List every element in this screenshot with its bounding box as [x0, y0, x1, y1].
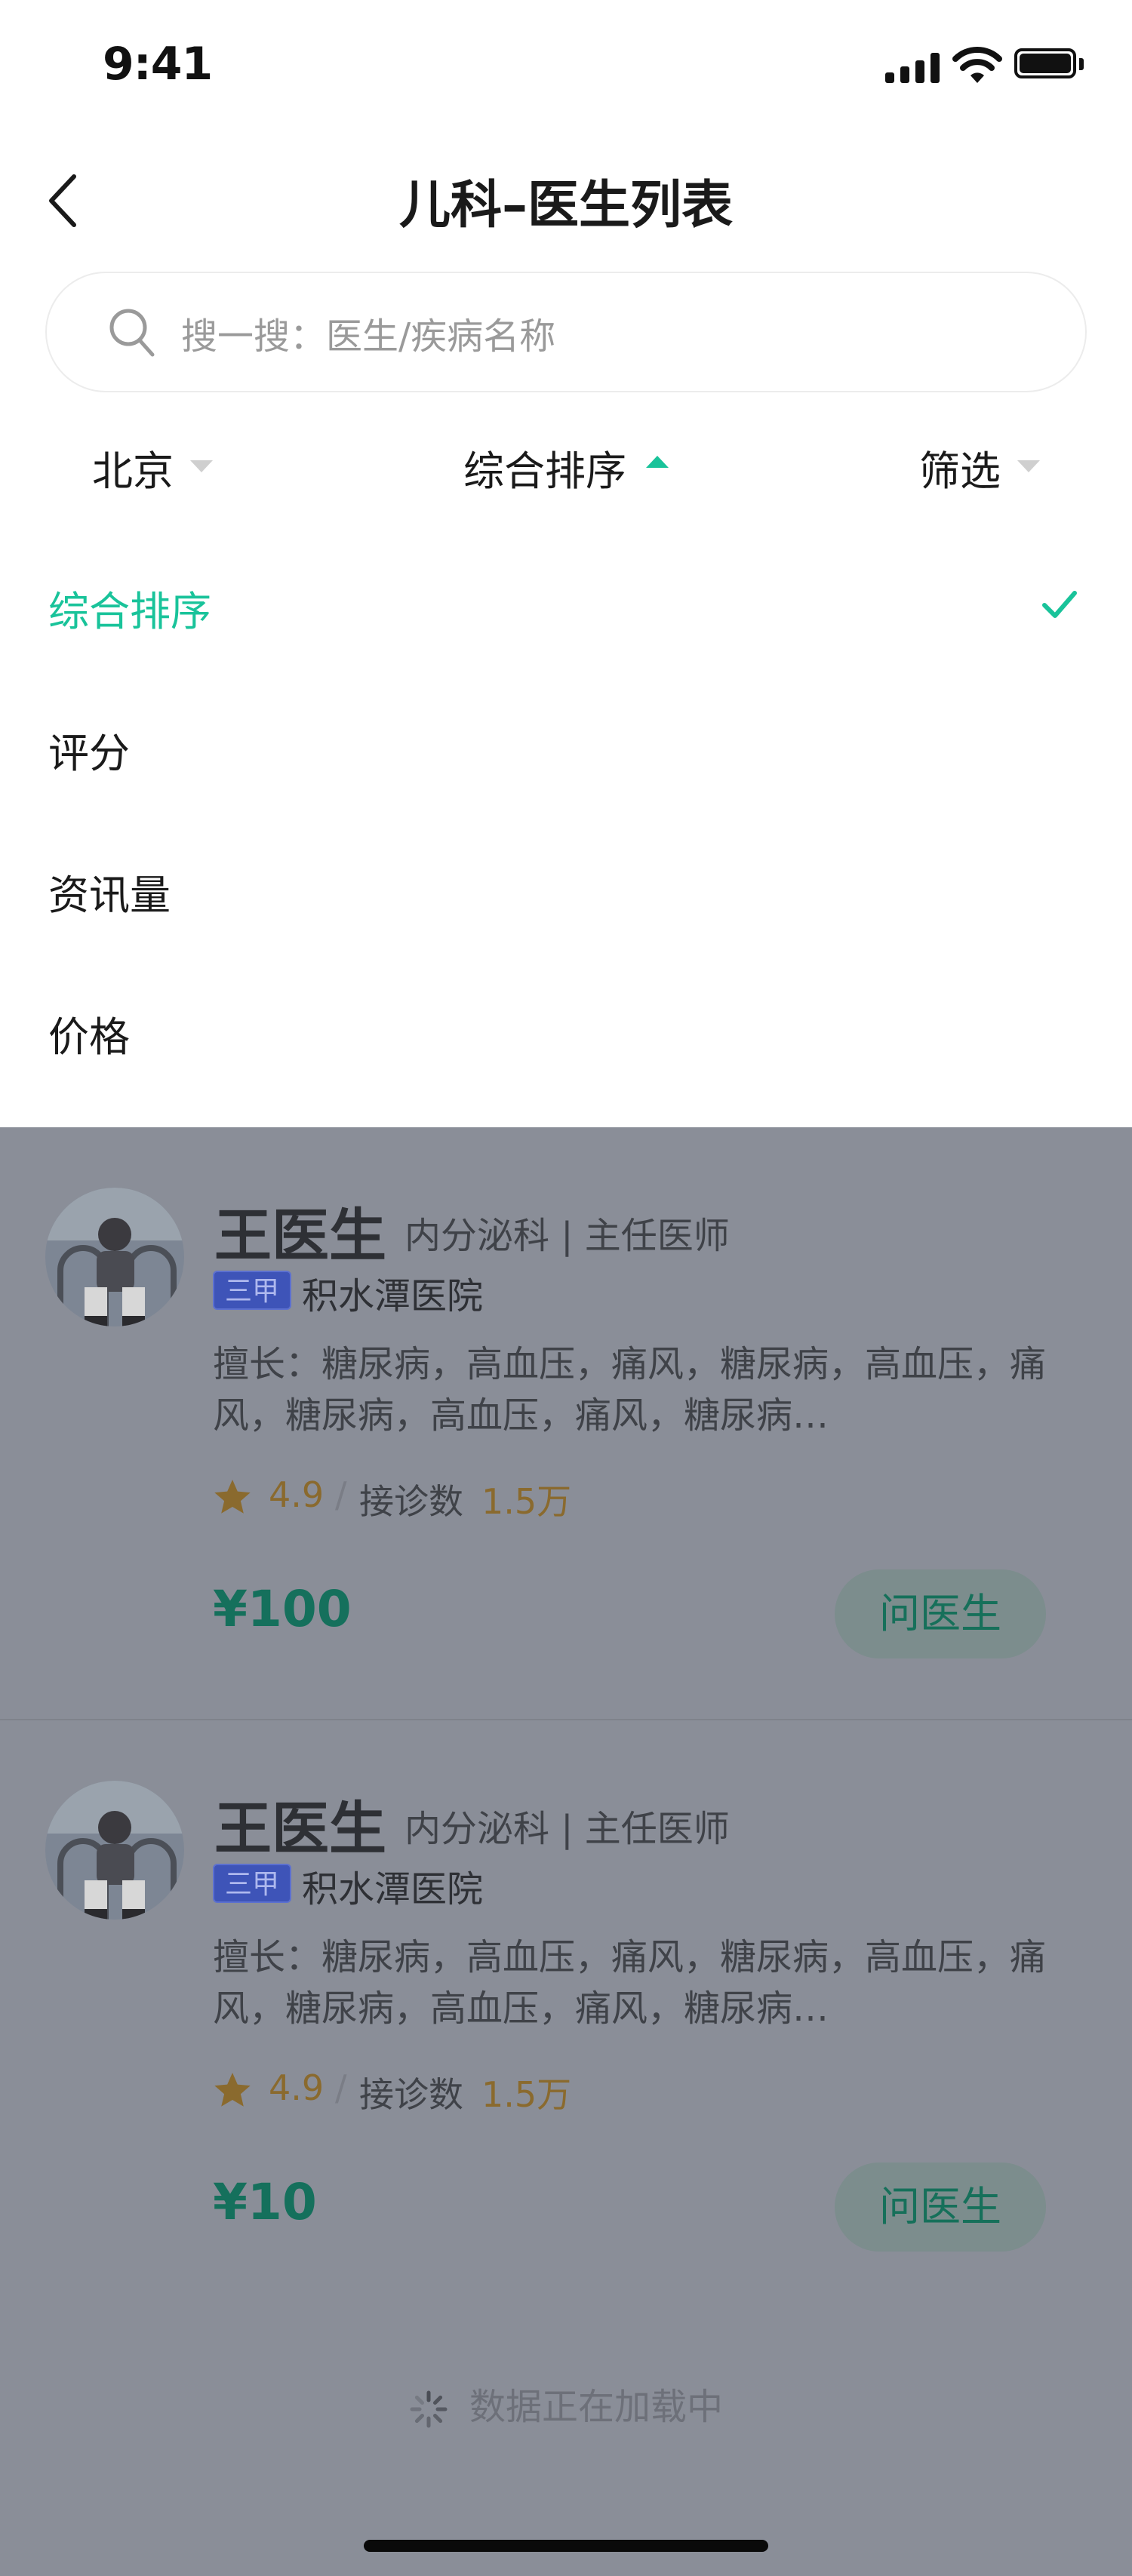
status-time: 9:41	[103, 38, 213, 91]
star-icon	[214, 1480, 251, 1514]
doctor-avatar	[45, 1188, 184, 1326]
stat-separator: /	[335, 2067, 347, 2108]
hospital-grade-badge: 三甲	[213, 1271, 292, 1310]
stat-separator: /	[335, 1474, 347, 1515]
doctor-expertise: 擅长：糖尿病，高血压，痛风，糖尿病，高血压，痛风，糖尿病，高血压，痛风，糖尿病…	[213, 1343, 1047, 1437]
search-placeholder: 搜一搜：医生/疾病名称	[181, 315, 556, 358]
doctor-card[interactable]: 王医生 内分泌科 | 主任医师 三甲 积水潭医院 擅长：糖尿病，高血压，痛风，糖…	[0, 1127, 1132, 1720]
hospital-grade-badge: 三甲	[213, 1864, 292, 1903]
page-title: 儿科–医生列表	[398, 176, 733, 235]
doctor-card[interactable]: 王医生 内分泌科 | 主任医师 三甲 积水潭医院 擅长：糖尿病，高血压，痛风，糖…	[0, 1720, 1132, 2313]
doctor-name: 王医生	[214, 1795, 386, 1862]
battery-icon	[1014, 48, 1085, 83]
search-input[interactable]: 搜一搜：医生/疾病名称	[45, 272, 1087, 392]
sort-option-rating[interactable]: 评分	[48, 720, 130, 779]
doctor-avatar	[45, 1781, 184, 1920]
filter-sort-label: 综合排序	[463, 447, 626, 495]
visits-label: 接诊数	[359, 1481, 463, 1522]
ask-doctor-button[interactable]: 问医生	[835, 2163, 1046, 2252]
wifi-icon	[952, 47, 1002, 83]
loading-indicator: 数据正在加载中	[0, 2377, 1132, 2430]
loading-text: 数据正在加载中	[469, 2386, 723, 2428]
dim-overlay[interactable]: 王医生 内分泌科 | 主任医师 三甲 积水潭医院 擅长：糖尿病，高血压，痛风，糖…	[0, 1127, 1132, 2576]
visits-count: 1.5万	[481, 2074, 572, 2115]
doctor-department: 内分泌科 | 主任医师	[405, 1215, 730, 1257]
spinner-icon	[410, 2390, 448, 2428]
filter-screen-label: 筛选	[919, 447, 1001, 495]
star-icon	[214, 2073, 251, 2107]
caret-down-icon	[190, 460, 213, 472]
filter-city-label: 北京	[92, 447, 174, 495]
home-indicator	[364, 2540, 768, 2552]
doctor-department: 内分泌科 | 主任医师	[405, 1808, 730, 1850]
sort-option-consults[interactable]: 资讯量	[48, 862, 171, 921]
hospital-name: 积水潭医院	[302, 1868, 484, 1910]
ask-doctor-button[interactable]: 问医生	[835, 1569, 1046, 1658]
filter-screen[interactable]: 筛选	[919, 438, 1001, 497]
sort-option-comprehensive[interactable]: 综合排序	[48, 578, 211, 638]
doctor-name: 王医生	[214, 1202, 386, 1269]
visits-count: 1.5万	[481, 1481, 572, 1522]
check-icon	[1042, 591, 1077, 618]
sort-option-price[interactable]: 价格	[48, 1004, 130, 1063]
consult-price: ¥10	[213, 2173, 317, 2231]
doctor-rating: 4.9	[269, 2067, 325, 2108]
filter-sort[interactable]: 综合排序	[463, 438, 626, 497]
search-icon	[109, 309, 155, 357]
doctor-rating: 4.9	[269, 1474, 325, 1515]
visits-label: 接诊数	[359, 2074, 463, 2115]
caret-down-icon	[1017, 460, 1040, 472]
hospital-name: 积水潭医院	[302, 1275, 484, 1317]
doctor-expertise: 擅长：糖尿病，高血压，痛风，糖尿病，高血压，痛风，糖尿病，高血压，痛风，糖尿病…	[213, 1936, 1047, 2030]
consult-price: ¥100	[213, 1580, 352, 1638]
filter-city[interactable]: 北京	[92, 438, 174, 497]
signal-icon	[885, 53, 940, 83]
caret-up-icon	[646, 456, 669, 468]
